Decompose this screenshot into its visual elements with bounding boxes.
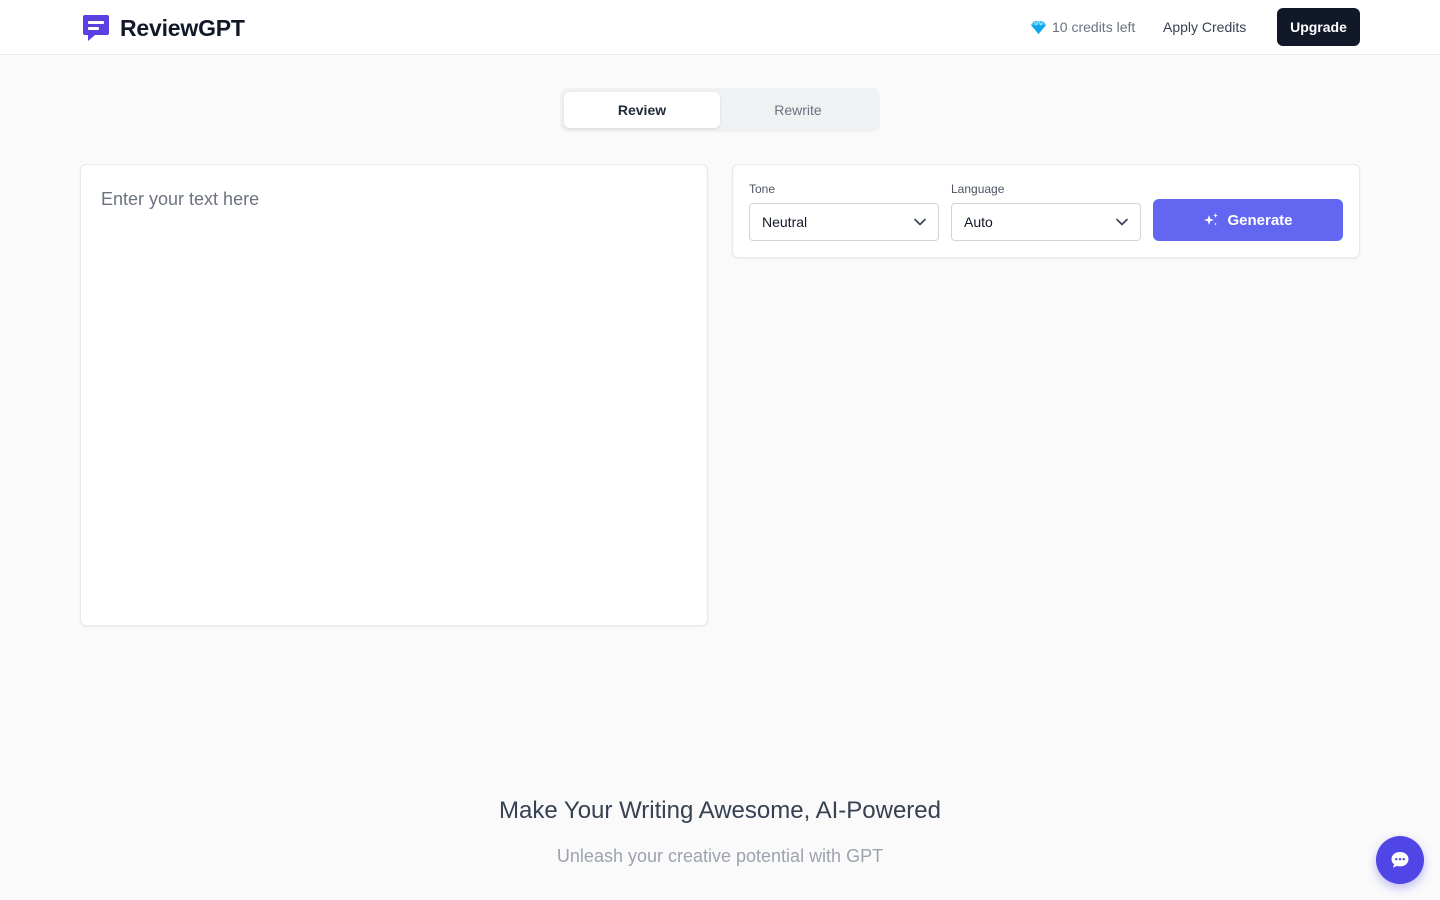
generate-button[interactable]: Generate <box>1153 199 1343 241</box>
language-selected-value: Auto <box>964 214 993 230</box>
tone-label: Tone <box>749 182 776 196</box>
credits-text: 10 credits left <box>1052 19 1136 35</box>
sparkles-icon <box>1204 213 1219 226</box>
chevron-down-icon <box>914 218 926 226</box>
chevron-down-icon <box>1116 218 1128 226</box>
upgrade-button[interactable]: Upgrade <box>1277 8 1360 46</box>
controls-panel: Tone Neutral Language Auto Generate <box>732 164 1360 258</box>
chat-bubble-logo-icon <box>83 15 109 41</box>
tone-field: Tone Neutral <box>749 182 939 241</box>
language-field: Language Auto <box>951 182 1141 241</box>
credits-indicator: 10 credits left <box>1030 17 1135 37</box>
text-editor-panel <box>80 164 708 626</box>
brand-logo-link[interactable]: ReviewGPT <box>82 13 245 43</box>
tone-select[interactable]: Neutral <box>749 203 939 241</box>
chat-bubble-icon <box>1391 852 1409 868</box>
tab-review[interactable]: Review <box>564 92 720 128</box>
language-select[interactable]: Auto <box>951 203 1141 241</box>
text-input[interactable] <box>81 165 707 625</box>
apply-credits-link[interactable]: Apply Credits <box>1163 17 1246 37</box>
brand-name: ReviewGPT <box>120 14 245 41</box>
gem-icon <box>1031 19 1046 34</box>
hero-subtitle: Unleash your creative potential with GPT <box>556 846 884 866</box>
top-header: ReviewGPT 10 credits left Apply Credits … <box>0 0 1440 55</box>
language-label: Language <box>951 182 1005 196</box>
hero-title: Make Your Writing Awesome, AI-Powered <box>498 797 941 824</box>
mode-tabs: Review Rewrite <box>560 88 880 132</box>
tab-rewrite[interactable]: Rewrite <box>720 92 876 128</box>
generate-label: Generate <box>1227 211 1293 229</box>
tone-selected-value: Neutral <box>762 214 808 230</box>
chat-support-button[interactable] <box>1376 836 1424 884</box>
